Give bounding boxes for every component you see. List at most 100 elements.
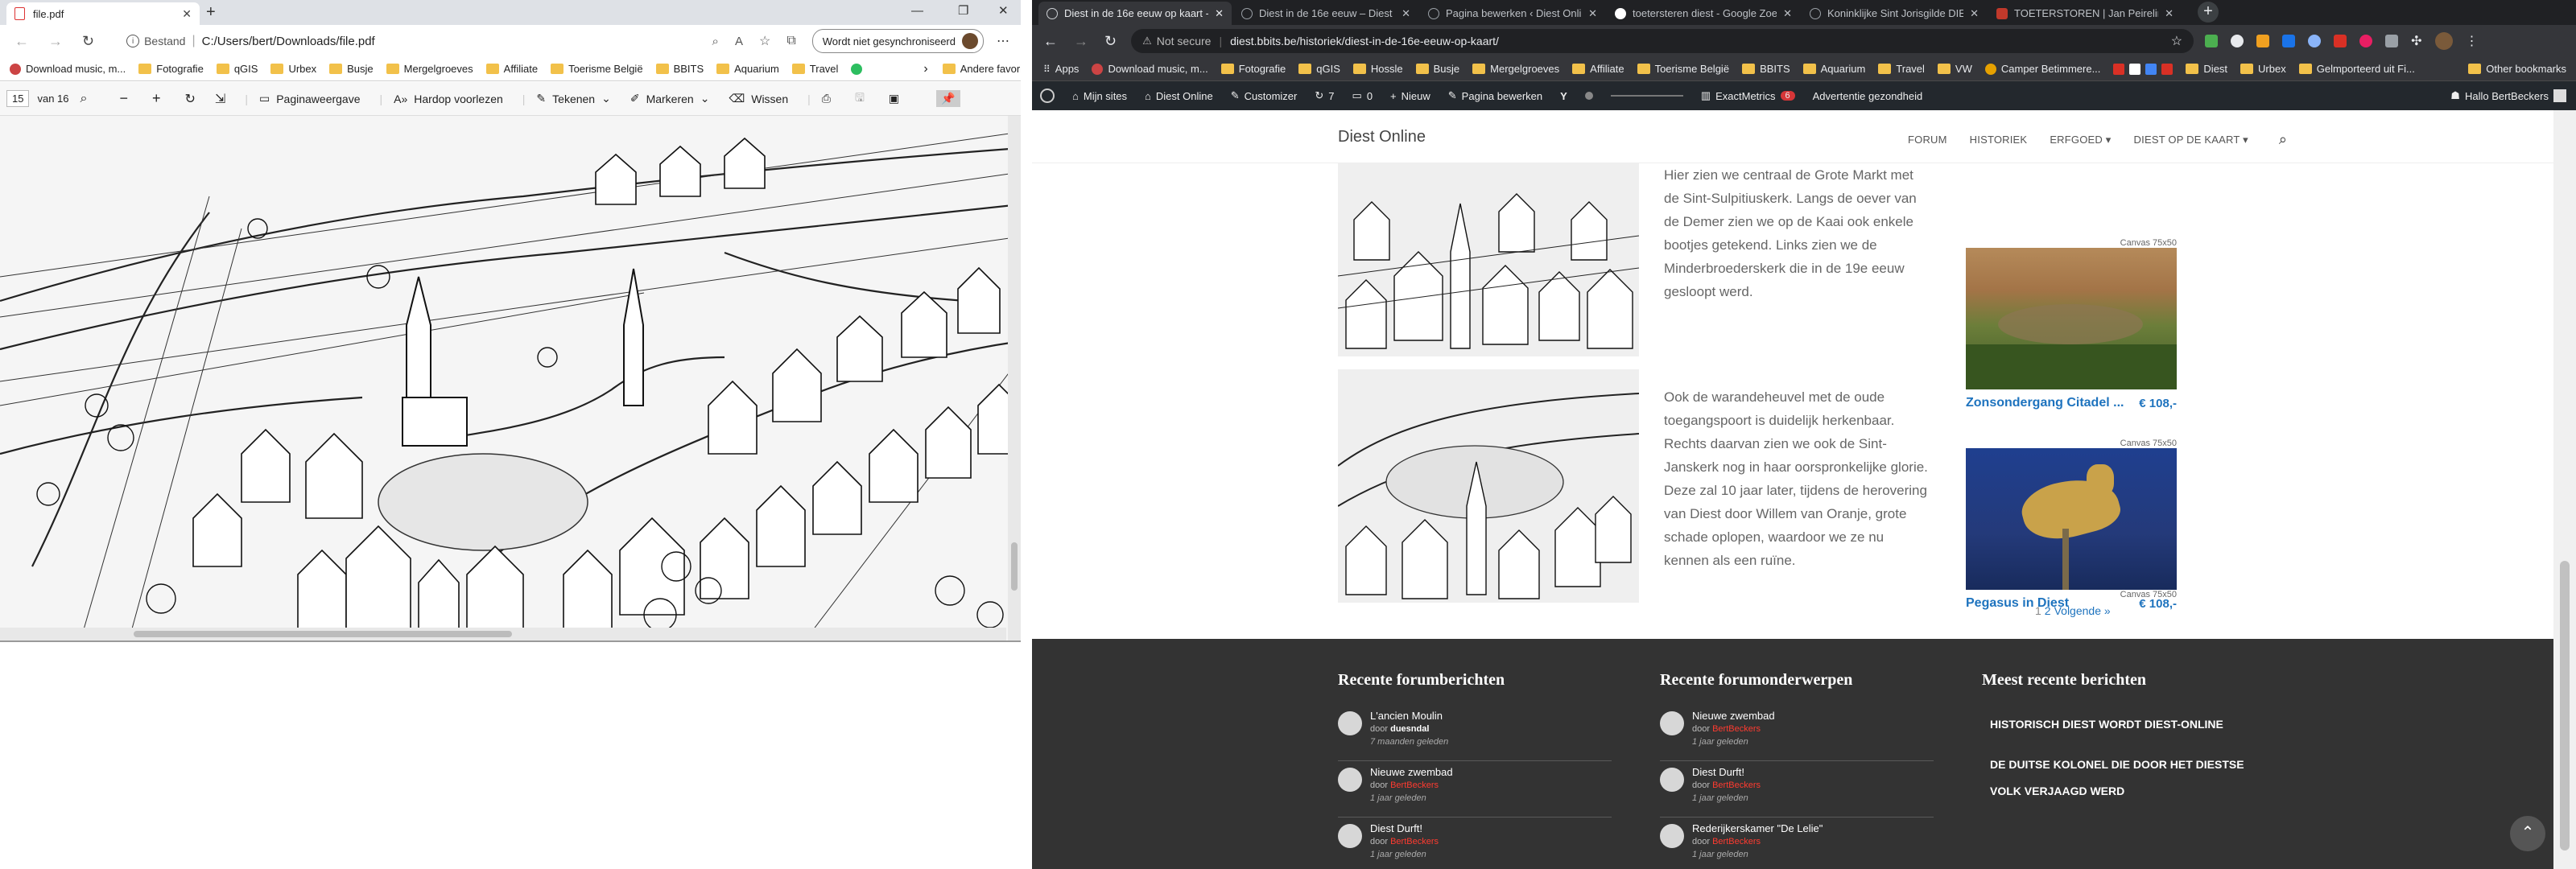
bookmark-item[interactable]: qGIS [216, 63, 258, 75]
extension-icon[interactable] [2385, 35, 2399, 47]
bookmark-star-icon[interactable]: ☆ [2171, 33, 2182, 49]
close-icon[interactable]: ✕ [1402, 7, 1410, 20]
bookmark-item[interactable]: Mergelgroeves [386, 63, 473, 75]
bookmark-item[interactable]: Aquarium [716, 63, 779, 75]
favorite-star-icon[interactable]: ☆ [759, 33, 770, 49]
new-tab-icon[interactable]: + [206, 3, 216, 22]
close-icon[interactable]: ✕ [182, 7, 192, 21]
customizer-link[interactable]: ✎ Customizer [1231, 89, 1298, 102]
page-view-button[interactable]: ▭ Paginaweergave [259, 92, 361, 105]
page-scrollbar[interactable] [2553, 110, 2576, 869]
nav-historiek[interactable]: HISTORIEK [1970, 134, 2028, 146]
extension-icon[interactable] [2334, 35, 2347, 47]
extension-icon[interactable] [2256, 35, 2270, 47]
extension-icon[interactable] [2231, 35, 2244, 47]
site-shortcut-icons[interactable] [2113, 63, 2174, 75]
site-name-menu[interactable]: ⌂ Diest Online [1145, 90, 1213, 102]
back-icon[interactable]: ← [1043, 33, 1058, 50]
forum-post-item[interactable]: L'ancien Moulin door duesndal 7 maanden … [1338, 706, 1612, 761]
page-number-input[interactable]: 15 [6, 90, 30, 107]
tab-file-pdf[interactable]: file.pdf ✕ [6, 2, 200, 25]
recent-post-link[interactable]: DE DUITSE KOLONEL DIE DOOR HET DIESTSE V… [1990, 752, 2264, 805]
stats-sparkline[interactable] [1610, 95, 1683, 97]
print-icon[interactable]: ⎙ [822, 92, 831, 105]
save-as-icon[interactable]: ▣ [889, 92, 899, 105]
yoast-seo-icon[interactable]: Y [1560, 90, 1567, 102]
tab-google-search[interactable]: toetersteren diest - Google Zoe ✕ [1607, 2, 1800, 25]
my-sites-menu[interactable]: ⌂ Mijn sites [1072, 90, 1127, 102]
extension-icon[interactable] [2205, 35, 2219, 47]
read-mode-icon[interactable]: A [735, 35, 743, 48]
pagination-page-2[interactable]: 2 [2045, 604, 2051, 617]
bookmark-item[interactable]: Affiliate [485, 63, 538, 75]
site-title[interactable]: Diest Online [1338, 128, 1426, 146]
ad-health-link[interactable]: Advertentie gezondheid [1813, 90, 1923, 102]
zoom-out-icon[interactable]: − [119, 90, 128, 107]
back-to-top-button[interactable]: ⌃ [2510, 816, 2545, 851]
minimize-icon[interactable]: — [911, 4, 923, 18]
bookmark-item[interactable]: Toerisme België [1637, 63, 1729, 75]
erase-button[interactable]: ⌫ Wissen [729, 92, 788, 105]
zoom-icon[interactable]: ⌕ [712, 35, 719, 48]
bookmark-item[interactable]: Diest [2186, 63, 2227, 75]
extensions-puzzle-icon[interactable]: ✣ [2411, 33, 2421, 49]
omnibox[interactable]: ⚠ Not secure | diest.bbits.be/historiek/… [1131, 29, 2194, 53]
forum-topic-item[interactable]: Rederijkerskamer "De Lelie" door BertBec… [1660, 819, 1934, 869]
bookmark-item[interactable]: Affiliate [1572, 63, 1624, 75]
collections-icon[interactable]: ⧉ [786, 34, 795, 48]
back-icon[interactable]: ← [14, 33, 29, 50]
extension-icon[interactable] [2282, 35, 2296, 47]
tab-toetertoren[interactable]: TOETERSTOREN | Jan Peirelinck ✕ [1988, 2, 2182, 25]
read-aloud-button[interactable]: A» Hardop voorlezen [394, 93, 503, 105]
bookmark-item[interactable]: Travel [791, 63, 838, 75]
updates-link[interactable]: ↻ 7 [1315, 89, 1334, 102]
bookmark-item[interactable]: Busje [329, 63, 374, 75]
draw-button[interactable]: ✎ Tekenen ⌄ [536, 92, 610, 105]
tab-pagina-bewerken[interactable]: Pagina bewerken ‹ Diest Online ✕ [1420, 2, 1605, 25]
search-icon[interactable]: ⌕ [80, 92, 88, 106]
nav-forum[interactable]: FORUM [1908, 134, 1947, 146]
forum-topic-item[interactable]: Nieuwe zwembad door BertBeckers 1 jaar g… [1660, 706, 1934, 761]
nav-diest-op-de-kaart[interactable]: DIEST OP DE KAART ▾ [2134, 134, 2248, 146]
more-menu-icon[interactable]: ⋯ [997, 33, 1009, 49]
apps-shortcut[interactable]: ⠿ Apps [1043, 63, 1079, 75]
forum-post-item[interactable]: Nieuwe zwembad door BertBeckers 1 jaar g… [1338, 763, 1612, 818]
pdf-page-view[interactable] [0, 116, 1021, 640]
close-icon[interactable]: ✕ [1588, 7, 1597, 20]
bookmark-item[interactable]: Hossle [1352, 63, 1403, 75]
evernote-icon[interactable] [851, 63, 863, 75]
extension-icon[interactable] [2308, 35, 2322, 47]
bookmark-item[interactable]: BBITS [655, 63, 704, 75]
tab-jorisgilde[interactable]: Koninklijke Sint Jorisgilde DIEST ✕ [1802, 2, 1987, 25]
close-icon[interactable]: ✕ [1215, 7, 1224, 20]
product-card[interactable]: Canvas 75x50 Pegasus in Diest € 108,- [1966, 364, 2177, 611]
tab-diest-online[interactable]: Diest in de 16e eeuw – Diest On ✕ [1233, 2, 1418, 25]
bookmark-item[interactable]: BBITS [1742, 63, 1790, 75]
tab-diest-kaart[interactable]: Diest in de 16e eeuw op kaart - ✕ [1038, 2, 1232, 25]
pin-toolbar-icon[interactable]: 📌 [936, 90, 960, 107]
highlight-button[interactable]: ✐ Markeren ⌄ [630, 92, 710, 105]
bookmark-item[interactable]: qGIS [1298, 63, 1340, 75]
recent-post-link[interactable]: HISTORISCH DIEST WORDT DIEST-ONLINE [1990, 715, 2264, 734]
refresh-icon[interactable]: ↻ [82, 33, 94, 50]
window-close-icon[interactable]: ✕ [998, 3, 1009, 18]
bookmark-item[interactable]: Download music, m... [1092, 63, 1208, 75]
close-icon[interactable]: ✕ [2165, 7, 2174, 20]
map-detail-image-1[interactable] [1338, 163, 1639, 356]
bookmark-item[interactable]: Travel [1878, 63, 1925, 75]
map-detail-image-2[interactable] [1338, 369, 1639, 603]
comments-link[interactable]: ▭ 0 [1352, 89, 1373, 102]
address-input[interactable]: C:/Users/bert/Downloads/file.pdf [202, 35, 712, 48]
save-icon[interactable]: 🖫 [855, 89, 865, 109]
close-icon[interactable]: ✕ [1970, 7, 1979, 20]
new-content-menu[interactable]: + Nieuw [1390, 90, 1430, 102]
bookmark-item[interactable]: Camper Betimmere... [1984, 63, 2100, 75]
bookmark-item[interactable]: Busje [1415, 63, 1459, 75]
bookmark-item[interactable]: Fotografie [1220, 63, 1286, 75]
new-tab-icon[interactable]: + [2198, 2, 2219, 23]
chrome-menu-icon[interactable]: ⋮ [2466, 33, 2479, 49]
vertical-scrollbar[interactable] [1008, 116, 1021, 640]
forum-topic-item[interactable]: Diest Durft! door BertBeckers 1 jaar gel… [1660, 763, 1934, 818]
nav-erfgoed[interactable]: ERFGOED ▾ [2050, 134, 2111, 146]
restore-icon[interactable]: ❐ [958, 3, 968, 18]
